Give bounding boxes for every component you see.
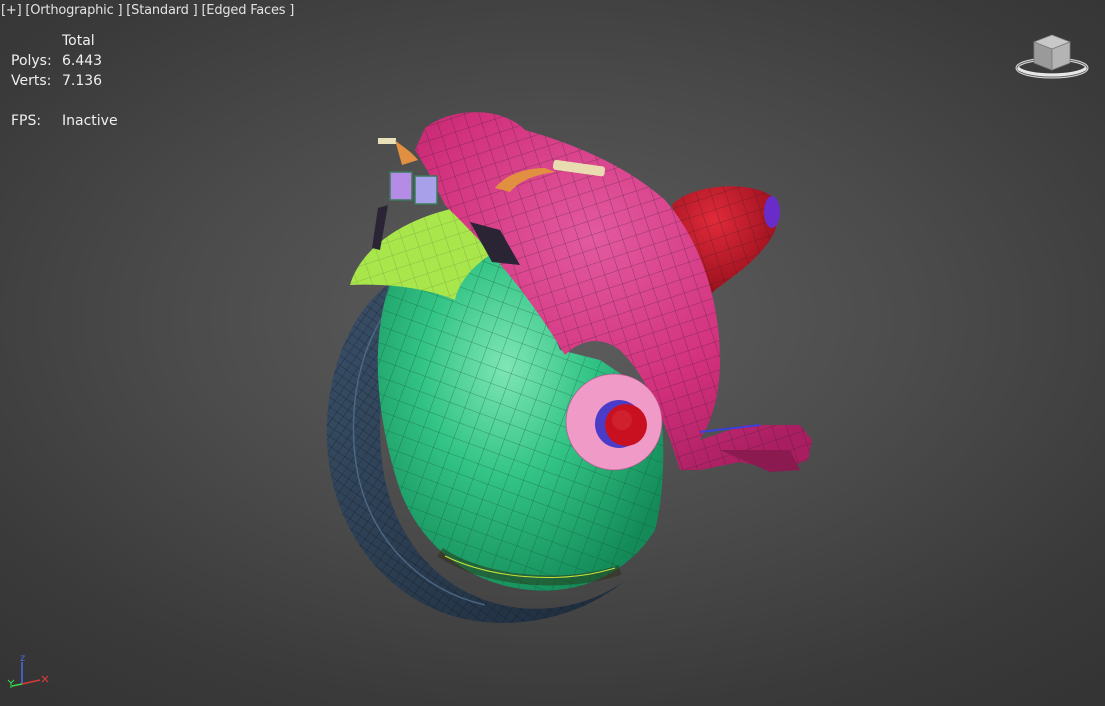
axis-x-line bbox=[21, 679, 41, 685]
stats-total-header: Total bbox=[62, 33, 95, 49]
viewcube[interactable] bbox=[1014, 32, 1090, 82]
viewport-shading-menu[interactable]: [Standard ] bbox=[126, 3, 197, 18]
viewport-view-menu[interactable]: [Orthographic ] bbox=[25, 3, 122, 18]
axis-z-label: z bbox=[20, 653, 25, 664]
wheel-hub bbox=[565, 373, 663, 471]
viewport-edges-menu[interactable]: [Edged Faces ] bbox=[201, 3, 294, 18]
stats-polys-value: 6.443 bbox=[62, 53, 103, 69]
axis-tripod: z bbox=[7, 653, 49, 688]
viewport-orthographic[interactable]: [+] [Orthographic ] [Standard ] [Edged F… bbox=[0, 0, 1105, 706]
stats-polys-label: Polys: bbox=[11, 53, 52, 69]
viewport-label-menu: [+] [Orthographic ] [Standard ] [Edged F… bbox=[1, 3, 294, 18]
stats-verts-value: 7.136 bbox=[62, 73, 103, 89]
viewport-plus-menu[interactable]: [+] bbox=[1, 3, 22, 18]
axis-x-glyph bbox=[41, 675, 49, 683]
unicycle-model[interactable] bbox=[0, 0, 1105, 706]
stats-fps-value: Inactive bbox=[62, 113, 118, 129]
stats-verts-label: Verts: bbox=[11, 73, 52, 89]
axis-y-glyph bbox=[7, 679, 15, 688]
stats-fps-label: FPS: bbox=[11, 113, 42, 129]
axis-y-line bbox=[11, 683, 23, 687]
